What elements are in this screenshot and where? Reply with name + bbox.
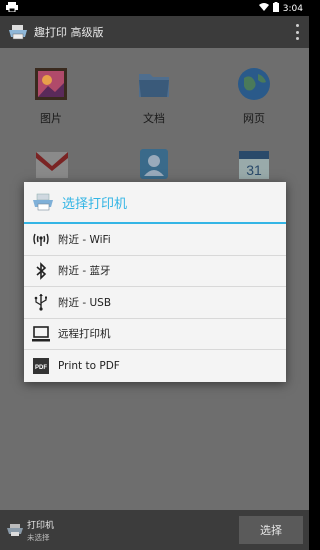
option-nearby-wifi[interactable]: 附近 - WiFi	[24, 224, 286, 256]
grid-label: 网页	[243, 112, 265, 125]
printer-status-icon	[6, 522, 24, 536]
printer-status: 未选择	[27, 533, 50, 542]
grid-item-web[interactable]: 网页	[214, 66, 294, 126]
action-bar: 趣打印 高级版	[0, 16, 309, 48]
app-title: 趣打印 高级版	[34, 26, 104, 39]
printer-icon	[32, 193, 54, 211]
computer-icon	[32, 325, 50, 343]
wifi-signal-icon	[32, 230, 50, 248]
pdf-icon: PDF	[32, 357, 50, 375]
print-notification-icon	[6, 2, 18, 15]
calendar-icon[interactable]: 31	[236, 146, 272, 182]
grid-label: 文档	[143, 112, 165, 125]
folder-icon	[136, 66, 172, 102]
option-nearby-usb[interactable]: 附近 - USB	[24, 287, 286, 319]
grid-label: 图片	[40, 112, 62, 125]
gmail-icon[interactable]	[34, 146, 70, 182]
option-remote-printer[interactable]: 远程打印机	[24, 319, 286, 350]
overflow-menu-icon[interactable]	[295, 24, 299, 40]
option-nearby-bluetooth[interactable]: 附近 - 蓝牙	[24, 256, 286, 287]
select-button[interactable]: 选择	[239, 516, 303, 544]
wifi-icon	[258, 3, 269, 14]
bluetooth-icon	[32, 261, 50, 280]
select-printer-dialog: 选择打印机 附近 - WiFi 附近 - 蓝牙 附近 - USB 远程打印机 P…	[24, 182, 286, 382]
globe-icon	[236, 66, 272, 102]
option-label: Print to PDF	[58, 359, 120, 372]
usb-icon	[32, 293, 50, 311]
clock: 3:04	[282, 3, 303, 14]
svg-text:31: 31	[246, 162, 262, 178]
option-label: 附近 - USB	[58, 296, 112, 309]
grid-item-documents[interactable]: 文档	[114, 66, 194, 126]
option-label: 附近 - 蓝牙	[58, 265, 111, 278]
photo-icon	[33, 66, 69, 102]
option-label: 附近 - WiFi	[58, 233, 111, 246]
grid-item-photos[interactable]: 图片	[11, 66, 91, 126]
option-print-to-pdf[interactable]: PDF Print to PDF	[24, 350, 286, 382]
printer-name: 打印机	[27, 521, 55, 531]
contacts-icon[interactable]	[136, 146, 172, 182]
dialog-title: 选择打印机	[62, 196, 128, 212]
status-bar: 3:04	[0, 0, 309, 16]
dialog-header: 选择打印机	[24, 182, 286, 224]
app-printer-icon	[8, 24, 28, 40]
battery-icon	[272, 2, 279, 15]
svg-text:PDF: PDF	[35, 365, 47, 371]
option-label: 远程打印机	[58, 328, 111, 341]
bottom-bar: 打印机 未选择 选择	[0, 510, 309, 550]
